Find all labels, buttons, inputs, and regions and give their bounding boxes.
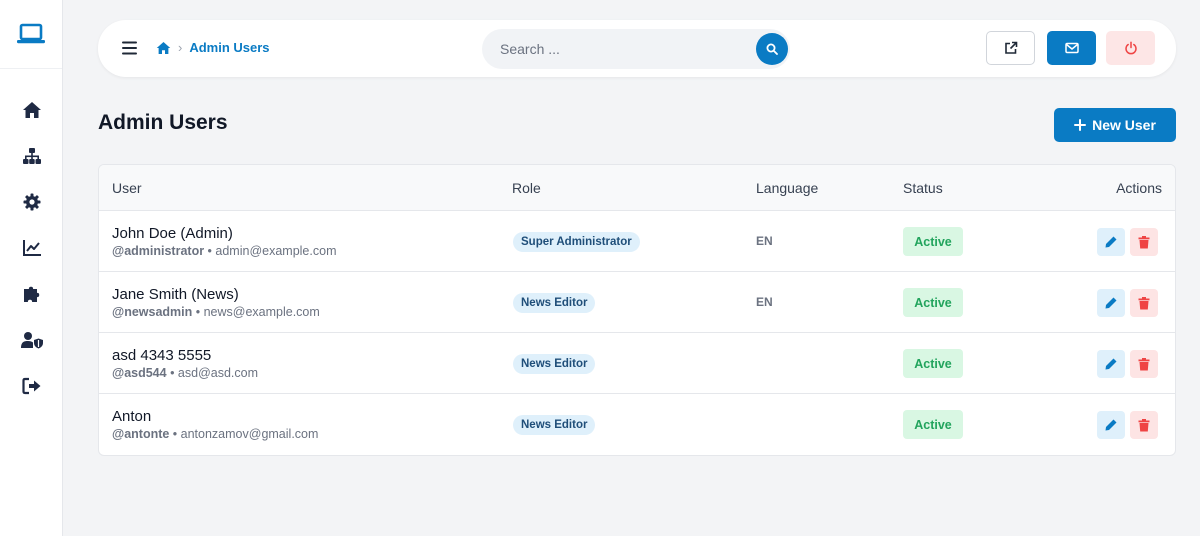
laptop-icon [17, 23, 45, 44]
chevron-right-icon: › [178, 40, 183, 55]
external-link-icon [1004, 41, 1017, 54]
envelope-icon [1064, 42, 1079, 54]
table-row: Jane Smith (News) @newsadmin • news@exam… [99, 272, 1175, 333]
user-email: antonzamov@gmail.com [180, 427, 319, 441]
breadcrumb: › Admin Users [156, 40, 270, 55]
edit-button[interactable] [1097, 289, 1125, 317]
user-name: asd 4343 5555 [112, 347, 212, 364]
search-box [482, 29, 790, 69]
trash-icon [1138, 235, 1150, 248]
table-row: Anton @antonte • antonzamov@gmail.com Ne… [99, 394, 1175, 455]
chart-line-icon [22, 240, 41, 256]
table-row: asd 4343 5555 @asd544 • asd@asd.com News… [99, 333, 1175, 394]
sidebar-item-logout[interactable] [0, 371, 63, 401]
user-meta: @newsadmin • news@example.com [112, 305, 320, 319]
logout-button[interactable] [1106, 31, 1155, 65]
role-badge: News Editor [513, 354, 596, 374]
edit-button[interactable] [1097, 350, 1125, 378]
user-meta: @administrator • admin@example.com [112, 244, 337, 258]
column-header-user: User [112, 180, 142, 196]
role-badge: Super Administrator [513, 232, 640, 252]
delete-button[interactable] [1130, 411, 1158, 439]
home-icon [156, 41, 171, 54]
user-username: @administrator [112, 244, 205, 258]
status-badge: Active [903, 288, 963, 317]
edit-button[interactable] [1097, 228, 1125, 256]
user-username: @asd544 [112, 366, 167, 380]
delete-button[interactable] [1130, 289, 1158, 317]
user-name: Anton [112, 408, 152, 425]
search-input[interactable] [500, 29, 750, 69]
column-header-role: Role [512, 180, 541, 196]
menu-toggle-button[interactable] [120, 38, 140, 58]
sidebar-item-sitemap[interactable] [0, 141, 63, 171]
table-row: John Doe (Admin) @administrator • admin@… [99, 211, 1175, 272]
sidebar-item-plugins[interactable] [0, 279, 63, 309]
sidebar-item-analytics[interactable] [0, 233, 63, 263]
users-table: User Role Language Status Actions John D… [98, 164, 1176, 456]
language-value: EN [756, 234, 773, 248]
sidebar [0, 0, 63, 536]
column-header-actions: Actions [1116, 180, 1162, 196]
pencil-icon [1105, 236, 1117, 248]
user-username: @antonte [112, 427, 170, 441]
delete-button[interactable] [1130, 350, 1158, 378]
status-badge: Active [903, 227, 963, 256]
language-value: EN [756, 295, 773, 309]
puzzle-icon [23, 286, 39, 302]
topbar: › Admin Users [98, 20, 1176, 77]
column-header-status: Status [903, 180, 943, 196]
search-icon [766, 43, 778, 55]
role-badge: News Editor [513, 415, 596, 435]
trash-icon [1138, 357, 1150, 370]
table-header: User Role Language Status Actions [99, 165, 1175, 211]
search-button[interactable] [756, 33, 788, 65]
trash-icon [1138, 418, 1150, 431]
gear-icon [23, 193, 40, 211]
sitemap-icon [22, 148, 41, 164]
status-badge: Active [903, 410, 963, 439]
logo[interactable] [0, 0, 62, 69]
user-username: @newsadmin [112, 305, 193, 319]
role-badge: News Editor [513, 293, 596, 313]
user-email: asd@asd.com [177, 366, 259, 380]
user-name: John Doe (Admin) [112, 225, 233, 242]
messages-button[interactable] [1047, 31, 1096, 65]
new-user-label: New User [1092, 117, 1156, 133]
delete-button[interactable] [1130, 228, 1158, 256]
trash-icon [1138, 296, 1150, 309]
plus-icon [1074, 119, 1087, 131]
user-meta: @asd544 • asd@asd.com [112, 366, 259, 380]
column-header-language: Language [756, 180, 819, 196]
breadcrumb-current[interactable]: Admin Users [189, 40, 269, 55]
pencil-icon [1105, 419, 1117, 431]
sign-out-icon [21, 377, 40, 395]
user-email: admin@example.com [215, 244, 337, 258]
home-icon [22, 102, 41, 118]
user-name: Jane Smith (News) [112, 286, 239, 303]
sidebar-item-settings[interactable] [0, 187, 63, 217]
open-site-button[interactable] [986, 31, 1035, 65]
power-icon [1124, 41, 1137, 55]
hamburger-icon [122, 41, 137, 55]
user-email: news@example.com [203, 305, 320, 319]
status-badge: Active [903, 349, 963, 378]
sidebar-item-home[interactable] [0, 95, 63, 125]
user-shield-icon [20, 332, 43, 349]
pencil-icon [1105, 358, 1117, 370]
sidebar-item-user-shield[interactable] [0, 325, 63, 355]
user-meta: @antonte • antonzamov@gmail.com [112, 427, 319, 441]
pencil-icon [1105, 297, 1117, 309]
new-user-button[interactable]: New User [1054, 108, 1176, 142]
breadcrumb-home-link[interactable] [156, 41, 171, 55]
page-title: Admin Users [98, 111, 228, 134]
edit-button[interactable] [1097, 411, 1125, 439]
